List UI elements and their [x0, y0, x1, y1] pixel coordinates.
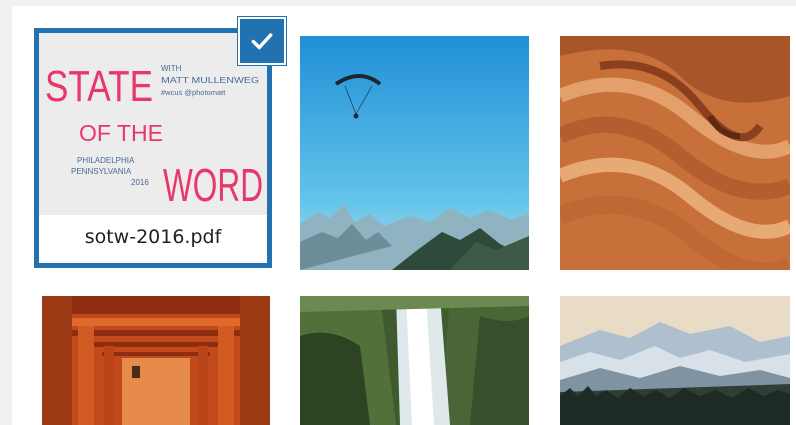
pdf-title-state: STATE	[45, 62, 153, 111]
attachment-image-paraglider[interactable]	[300, 36, 529, 270]
pdf-handle: #wcus @photomatt	[161, 88, 226, 97]
pdf-with-label: WITH	[161, 64, 182, 73]
waterfall-thumbnail	[300, 296, 529, 425]
mountains-thumbnail	[560, 296, 790, 425]
pdf-thumbnail: STATE WITH MATT MULLENWEG #wcus @photoma…	[39, 33, 267, 215]
attachment-image-waterfall[interactable]	[300, 296, 529, 425]
attachment-image-sandstone[interactable]	[560, 36, 790, 270]
attachment-image-mountains[interactable]	[560, 296, 790, 425]
attachment-image-torii[interactable]	[42, 296, 270, 425]
attachment-sotw-pdf[interactable]: STATE WITH MATT MULLENWEG #wcus @photoma…	[34, 28, 272, 268]
pdf-year: 2016	[131, 178, 149, 187]
attachment-filename: sotw-2016.pdf	[45, 217, 261, 257]
torii-thumbnail	[42, 296, 270, 425]
pdf-speaker: MATT MULLENWEG	[161, 75, 259, 85]
pdf-title-ofthe: OF THE	[79, 120, 163, 146]
deselect-checkbox[interactable]	[238, 17, 286, 65]
pdf-city: PHILADELPHIA	[77, 156, 135, 165]
sandstone-thumbnail	[560, 36, 790, 270]
pdf-state: PENNSYLVANIA	[71, 167, 132, 176]
pdf-title-word: WORD	[163, 159, 263, 211]
media-library-grid: STATE WITH MATT MULLENWEG #wcus @photoma…	[12, 6, 796, 425]
paraglider-thumbnail	[300, 36, 529, 270]
pdf-cover: STATE WITH MATT MULLENWEG #wcus @photoma…	[39, 33, 267, 215]
checkmark-icon	[251, 33, 273, 50]
